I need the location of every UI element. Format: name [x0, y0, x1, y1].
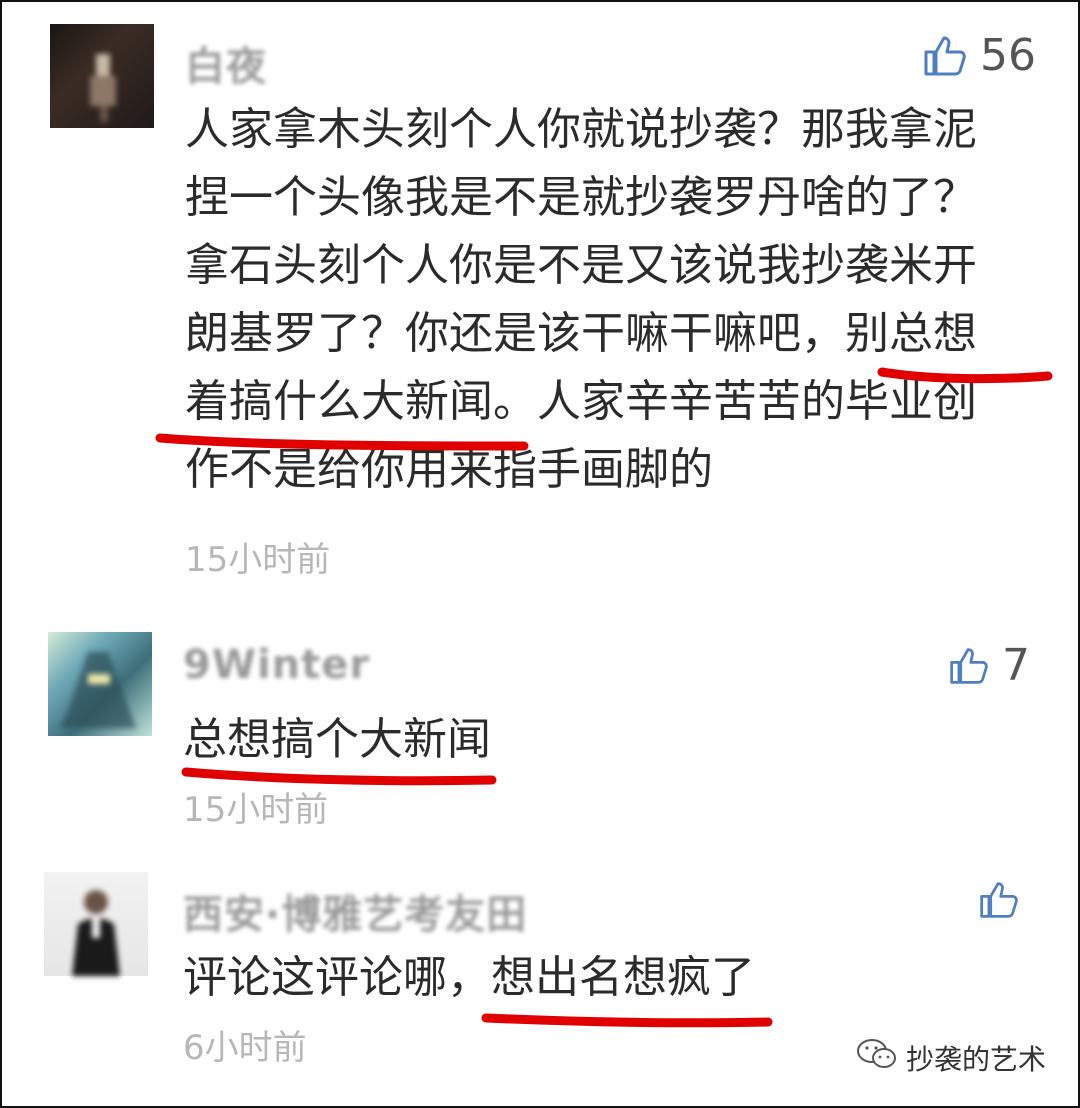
- watermark: 抄袭的艺术: [856, 1037, 1046, 1078]
- watermark-label: 抄袭的艺术: [905, 1042, 1046, 1076]
- underline-stroke: [877, 367, 1053, 384]
- red-underline-annotations: [155, 367, 1053, 1028]
- wechat-icon: [856, 1037, 898, 1078]
- underline-stroke: [155, 433, 529, 451]
- underline-stroke: [481, 1013, 773, 1028]
- underline-stroke: [181, 767, 497, 786]
